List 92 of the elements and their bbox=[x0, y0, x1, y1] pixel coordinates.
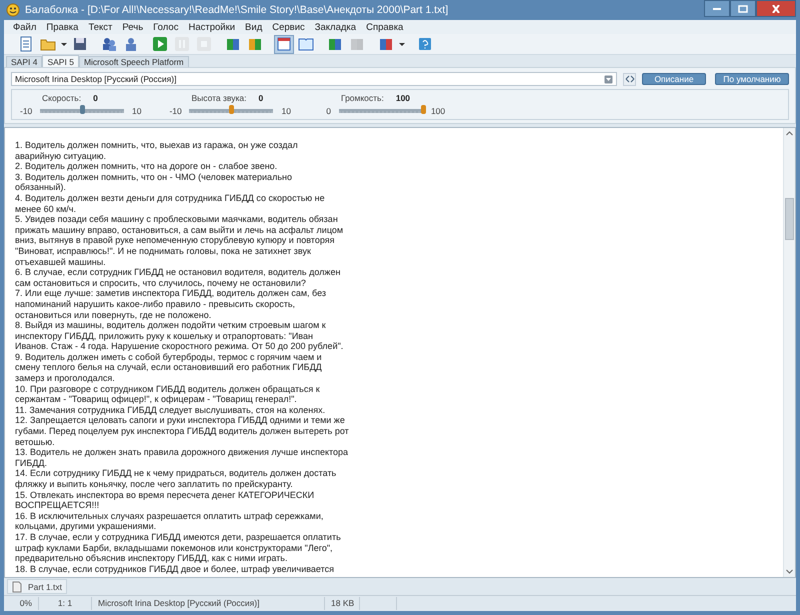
text-line: 3. Водитель должен помнить, что он - ЧМО (человек материально bbox=[15, 172, 293, 182]
scroll-down-icon[interactable] bbox=[786, 569, 793, 574]
slider-max-label: 100 bbox=[430, 106, 446, 116]
text-line: предварительно объяснив инспектору ГИБДД, как с ними играть. bbox=[15, 553, 288, 564]
slider-thumb[interactable] bbox=[420, 105, 426, 114]
text-line: 15. Отвлекать инспектора во время пересчета денег КАТЕГОРИЧЕСКИ bbox=[15, 490, 316, 500]
text-line: 16. В исключительных случаях разрешается оплатить штраф сережками, bbox=[15, 510, 324, 522]
tab[interactable]: SAPI 4 bbox=[6, 56, 42, 67]
document-icon bbox=[12, 580, 22, 592]
slider-value: 0 bbox=[258, 93, 264, 103]
slider-value: 100 bbox=[396, 93, 410, 103]
menu-item[interactable]: Закладка bbox=[310, 22, 362, 32]
minimize-button[interactable] bbox=[704, 0, 730, 17]
text-line: менее 60 км/ч. bbox=[15, 204, 78, 214]
menu-item[interactable]: Сервис bbox=[267, 22, 310, 32]
smiley-icon bbox=[6, 3, 20, 17]
menu-item[interactable]: Текст bbox=[83, 22, 118, 32]
text-line: 10. При разговоре с сотрудником ГИБДД водитель должен обращаться к bbox=[15, 384, 321, 394]
menu-item[interactable]: Файл bbox=[8, 22, 42, 32]
text-line: 6. В случае, если сотрудник ГИБДД не остановил водителя, водитель должен bbox=[15, 267, 342, 278]
maximize-icon bbox=[738, 4, 748, 12]
document-tab[interactable]: Part 1.txt bbox=[7, 579, 68, 594]
menu-item[interactable]: Речь bbox=[117, 22, 148, 32]
text-line: 2. Водитель должен помнить, что на дороге он - слабое звено. bbox=[15, 161, 278, 172]
text-line: аварийную ситуацию. bbox=[15, 150, 108, 162]
text-line: вниз, вытянув в правой руке непомеченную сторублевую купюру и повторяя bbox=[15, 235, 336, 246]
text-line: ГИБДД. bbox=[15, 458, 48, 468]
slider-min-label: -10 bbox=[20, 106, 32, 116]
slider-max-label: 10 bbox=[132, 106, 142, 116]
text-line: ветошью. bbox=[15, 436, 56, 448]
text-line: 13. Водитель не должен знать правила дорожного движения лучше инспектора bbox=[15, 447, 350, 458]
scrollbar[interactable] bbox=[783, 128, 795, 577]
text-line: 1. Водитель должен помнить, что, выехав из гаража, он уже создал bbox=[15, 140, 299, 151]
scroll-up-icon[interactable] bbox=[786, 131, 793, 136]
menu-item[interactable]: Справка bbox=[361, 22, 408, 32]
slider-value: 0 bbox=[93, 93, 98, 103]
menu-item[interactable]: Вид bbox=[240, 22, 268, 32]
scroll-thumb[interactable] bbox=[785, 198, 794, 240]
slider-thumb[interactable] bbox=[229, 105, 234, 114]
text-line: остановиться или повернуть, где не положено. bbox=[15, 310, 212, 320]
text-line: 9. Водитель должен иметь с собой бутерброды, термос с горячим чаем и bbox=[15, 352, 323, 362]
text-line: Иванов. Стаж - 4 года. Нарушение скоростного режима. От 50 до 200 рублей". bbox=[15, 341, 344, 352]
status-text: 0% bbox=[4, 597, 39, 610]
dropdown-icon bbox=[604, 74, 613, 84]
text-line: фляжку и выпить коньячку, после чего заплатить по прейскуранту. bbox=[15, 479, 294, 490]
slider-thumb[interactable] bbox=[80, 105, 85, 114]
maximize-button[interactable] bbox=[730, 0, 756, 17]
tab[interactable]: Microsoft Speech Platform bbox=[78, 56, 189, 67]
slider-max-label: 10 bbox=[281, 106, 291, 116]
text-line: 4. Водитель должен везти деньги для сотрудника ГИБДД со скоростью не bbox=[15, 192, 326, 204]
text-line: 17. В случае, если у сотрудника ГИБДД имеются дети, разрешается оплатить bbox=[15, 532, 342, 543]
text-line: 14. Если сотруднику ГИБДД не к чему придраться, водитель должен достать bbox=[15, 468, 338, 479]
text-line: 7. Или еще лучше: заметив инспектора ГИБДД, водитель должен сам, без bbox=[15, 288, 328, 299]
text-editor[interactable] bbox=[4, 127, 796, 578]
menu-item[interactable]: Настройки bbox=[183, 22, 240, 32]
text-line: 18. В случае, если сотрудников ГИБДД двое и более, штраф увеличивается bbox=[15, 564, 336, 574]
text-line: смену теплого белья на случай, если остановивший его работник ГИБДД bbox=[15, 362, 323, 374]
slider-label: Скорость: bbox=[42, 93, 82, 103]
slider-label: Громкость: bbox=[340, 93, 384, 103]
text-line: кольцами, другими украшениями. bbox=[15, 521, 158, 532]
status-text: 18 KB bbox=[325, 597, 360, 610]
close-icon bbox=[771, 4, 781, 12]
text-line: сам остановиться и спросить, что случилось, почему не остановили? bbox=[15, 278, 307, 288]
status-text: 1: 1 bbox=[39, 597, 92, 610]
window-title: Балаболка - [D:\For All!\Necessary!\ReadMe!\Smile Story!\Base\Анекдоты 2000\Part 1.txt] bbox=[25, 4, 450, 16]
voice-dropdown[interactable]: Microsoft Irina Desktop [Русский (Россия)] bbox=[11, 72, 617, 86]
text-line: 8. Выйдя из машины, водитель должен подойти четким строевым шагом к bbox=[15, 320, 327, 331]
text-line: прижать машину вправо, остановиться, а сам выйти и лечь на асфальт лицом bbox=[15, 224, 344, 236]
text-line: 5. Увидев позади себя машину с проблесковыми маячками, водитель обязан bbox=[15, 214, 339, 225]
text-line: напоминаний нарушить какое-либо правило - превысить скорость, bbox=[15, 298, 296, 310]
slider-label: Высота звука: bbox=[191, 93, 246, 103]
text-line: ВОСПРЕЩАЕТСЯ!!! bbox=[15, 500, 100, 511]
minimize-icon bbox=[713, 8, 721, 10]
slider-min-label: -10 bbox=[169, 106, 182, 116]
tab[interactable]: SAPI 5 bbox=[42, 55, 79, 67]
status-text: Microsoft Irina Desktop [Русский (Россия)] bbox=[92, 597, 325, 610]
text-line: сержантам - "Товарищ офицер!", к офицерам - "Товарищ генерал!". bbox=[15, 394, 298, 405]
text-line: губами. Перед поцелуем рук инспектора ГИБДД водитель должен вытереть рот bbox=[15, 426, 350, 437]
text-line: обязанный). bbox=[15, 182, 67, 193]
refresh-button[interactable] bbox=[623, 72, 636, 86]
menu-item[interactable]: Правка bbox=[41, 22, 84, 32]
text-line: отъехавшей машины. bbox=[15, 256, 107, 268]
text-line: инспектору ГИБДД, приложить руку к кошельку и отрапортовать: "Иван bbox=[15, 330, 314, 342]
text-line: 12. Запрещается целовать сапоги и руки инспектора ГИБДД одними и теми же bbox=[15, 415, 346, 426]
text-line: "Виноват, исправлюсь!". И не поднимать головы, пока не затихнет звук bbox=[15, 246, 312, 257]
menu-item[interactable]: Голос bbox=[148, 22, 184, 32]
arrows-icon bbox=[624, 75, 634, 83]
text-line: замерз и проголодался. bbox=[15, 373, 116, 384]
slider-min-label: 0 bbox=[325, 106, 331, 116]
close-button[interactable] bbox=[756, 0, 796, 17]
text-line: штраф куклами Барби, вкладышами покемонов или конструкторами "Лего", bbox=[15, 542, 334, 554]
text-line: 11. Замечания сотрудника ГИБДД следует выслушивать, стоя на коленях. bbox=[15, 404, 326, 416]
